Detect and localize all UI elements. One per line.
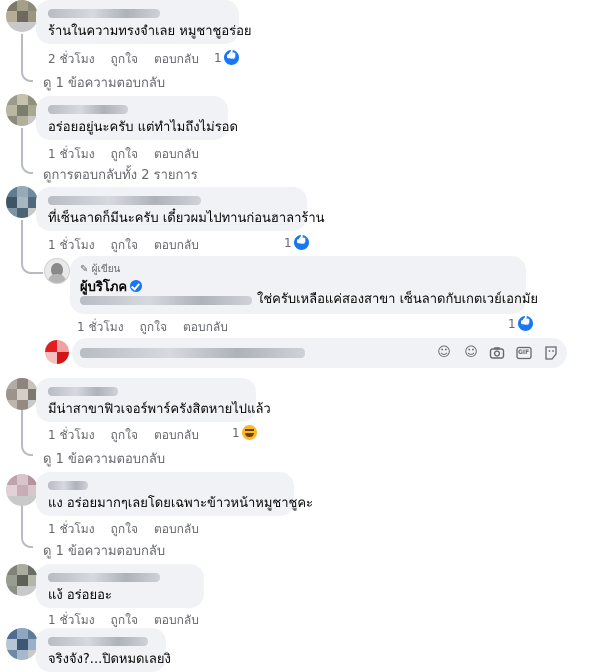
- reply-button[interactable]: ตอบกลับ: [154, 428, 199, 442]
- thread-line: [21, 128, 23, 164]
- comment-text: แง้ อร่อยอะ: [48, 588, 112, 603]
- avatar[interactable]: [6, 0, 38, 32]
- author-avatar[interactable]: [44, 258, 70, 284]
- comment-time[interactable]: 1 ชั่วโมง: [77, 320, 124, 334]
- reply-button[interactable]: ตอบกลับ: [154, 52, 199, 66]
- haha-reaction-icon: [241, 425, 257, 440]
- like-button[interactable]: ถูกใจ: [140, 320, 167, 334]
- like-button[interactable]: ถูกใจ: [111, 52, 138, 66]
- commenter-name-blurred[interactable]: [48, 573, 160, 582]
- like-button[interactable]: ถูกใจ: [111, 238, 138, 252]
- comment-text: จริงจัง?...ปิดหมดเลยงิ: [48, 652, 171, 667]
- comment-text: มีน่าสาขาฟิวเจอร์พาร์ครังสิตหายไปแล้ว: [48, 402, 271, 417]
- comment-time[interactable]: 1 ชั่วโมง: [48, 238, 95, 252]
- author-reply-text: ใช่ครับเหลือแค่สองสาขา เซ็นลาดกับเกตเวย์…: [257, 292, 539, 307]
- comment-text: อร่อยอยู่นะครับ แต่ทำไมถึงไม่รอด: [48, 120, 238, 135]
- comment-time[interactable]: 2 ชั่วโมง: [48, 52, 95, 66]
- pen-icon: ✎: [80, 264, 89, 275]
- reply-button[interactable]: ตอบกลับ: [154, 613, 199, 627]
- commenter-name-blurred[interactable]: [48, 105, 128, 114]
- thread-curve: [21, 536, 33, 548]
- reaction-count[interactable]: 1: [284, 235, 309, 250]
- like-reaction-icon: [517, 316, 533, 331]
- comment-actions: 1 ชั่วโมง ถูกใจ ตอบกลับ: [48, 236, 215, 255]
- avatar[interactable]: [6, 94, 38, 126]
- view-replies-link[interactable]: ดู 1 ข้อความตอบกลับ: [43, 448, 165, 469]
- view-replies-link[interactable]: ดู 1 ข้อความตอบกลับ: [43, 72, 165, 93]
- commenter-name-blurred[interactable]: [48, 196, 201, 205]
- like-button[interactable]: ถูกใจ: [111, 522, 138, 536]
- author-label: ✎ ผู้เขียน: [80, 264, 121, 275]
- reply-button[interactable]: ตอบกลับ: [154, 147, 199, 161]
- comment-actions: 1 ชั่วโมง ถูกใจ ตอบกลับ: [48, 145, 215, 164]
- comment-time[interactable]: 1 ชั่วโมง: [48, 613, 95, 627]
- avatar[interactable]: [6, 474, 38, 506]
- commenter-name-blurred[interactable]: [48, 9, 160, 18]
- like-button[interactable]: ถูกใจ: [111, 147, 138, 161]
- like-button[interactable]: ถูกใจ: [111, 613, 138, 627]
- emoji-icon[interactable]: ☺: [463, 345, 479, 361]
- reaction-count[interactable]: 1: [232, 425, 257, 440]
- reply-button[interactable]: ตอบกลับ: [183, 320, 228, 334]
- thread-curve: [21, 70, 33, 82]
- thread-curve: [21, 162, 33, 174]
- reply-button[interactable]: ตอบกลับ: [154, 238, 199, 252]
- view-replies-link[interactable]: ดู 1 ข้อความตอบกลับ: [43, 540, 165, 561]
- like-button[interactable]: ถูกใจ: [111, 428, 138, 442]
- reply-button[interactable]: ตอบกลับ: [154, 522, 199, 536]
- author-name[interactable]: ผู้บริโภค: [80, 276, 143, 297]
- thread-curve: [21, 444, 33, 456]
- thread-curve: [21, 262, 43, 274]
- avatar-sticker-icon[interactable]: ☺: [436, 345, 452, 361]
- comment-actions: 1 ชั่วโมง ถูกใจ ตอบกลับ: [48, 426, 215, 445]
- comment-text: ร้านในความทรงจำเลย หมูชาชูอร่อย: [48, 24, 252, 39]
- avatar[interactable]: [6, 564, 38, 596]
- comment-text: แง อร่อยมากๆเลยโดยเฉพาะข้าวหน้าหมูชาชูคะ: [48, 496, 314, 511]
- thread-line: [21, 506, 23, 538]
- commenter-name-blurred[interactable]: [48, 637, 148, 646]
- like-reaction-icon: [223, 50, 239, 65]
- reaction-count[interactable]: 1: [508, 316, 533, 331]
- verified-badge-icon: [130, 280, 143, 292]
- thread-line: [21, 410, 23, 446]
- like-reaction-icon: [293, 235, 309, 250]
- comment-actions: 2 ชั่วโมง ถูกใจ ตอบกลับ: [48, 50, 215, 69]
- comment-time[interactable]: 1 ชั่วโมง: [48, 428, 95, 442]
- commenter-name-blurred[interactable]: [48, 387, 118, 396]
- avatar[interactable]: [6, 186, 38, 218]
- thread-line: [21, 220, 23, 264]
- mentioned-name-blurred[interactable]: [80, 296, 252, 305]
- commenter-name-blurred[interactable]: [48, 481, 88, 490]
- gif-icon[interactable]: GIF: [516, 345, 532, 361]
- comment-text: ที่เซ็นลาดก็มีนะครับ เดี๋ยวผมไปทานก่อนฮา…: [48, 211, 325, 226]
- comment-time[interactable]: 1 ชั่วโมง: [48, 522, 95, 536]
- author-reply-actions: 1 ชั่วโมง ถูกใจ ตอบกลับ: [77, 318, 244, 337]
- comment-time[interactable]: 1 ชั่วโมง: [48, 147, 95, 161]
- avatar[interactable]: [6, 378, 38, 410]
- camera-icon[interactable]: [489, 345, 505, 361]
- comment-actions: 1 ชั่วโมง ถูกใจ ตอบกลับ: [48, 520, 215, 539]
- thread-line: [21, 34, 23, 72]
- sticker-icon[interactable]: [543, 345, 559, 361]
- view-replies-link[interactable]: ดูการตอบกลับทั้ง 2 รายการ: [43, 164, 198, 185]
- reply-input-placeholder-blurred: [80, 348, 305, 358]
- current-user-avatar[interactable]: [45, 340, 69, 364]
- avatar[interactable]: [6, 628, 38, 660]
- reaction-count[interactable]: 1: [214, 50, 239, 65]
